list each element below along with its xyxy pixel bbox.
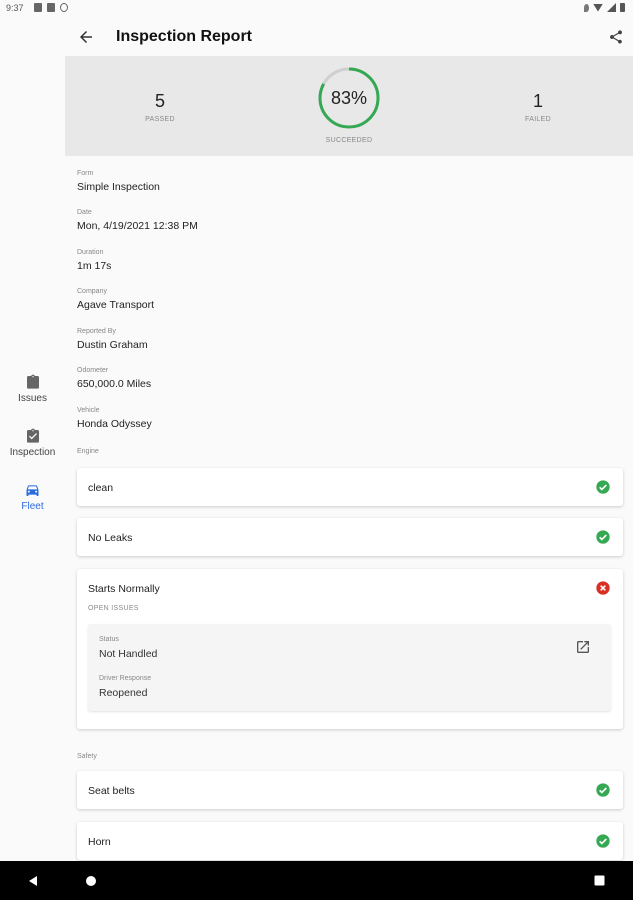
back-triangle-icon[interactable] [27,875,39,887]
issue-status-value: Not Handled [99,648,158,660]
check-circle-icon [596,834,610,848]
clipboard-check-icon [26,428,39,443]
open-in-new-icon[interactable] [575,639,591,655]
field-value: Mon, 4/19/2021 12:38 PM [77,220,198,232]
field-form: Form Simple Inspection [77,170,160,193]
passed-label: PASSED [145,116,175,123]
error-circle-icon [596,581,610,595]
section-label-safety: Safety [77,753,97,760]
item-label: Starts Normally [88,583,160,595]
nav-label-inspection: Inspection [9,447,56,458]
check-circle-icon [596,530,610,544]
succeeded-label: SUCCEEDED [325,137,373,144]
field-duration: Duration 1m 17s [77,249,111,272]
inspection-item-clean[interactable]: clean [77,468,623,506]
open-issue-card[interactable]: Status Not Handled Driver Response Reope… [88,624,611,711]
navigation-rail: Issues Inspection Fleet [0,18,65,861]
inspection-item-starts-normally[interactable]: Starts Normally OPEN ISSUES Status Not H… [77,569,623,729]
inspection-item-horn[interactable]: Horn [77,822,623,860]
battery-icon [620,3,625,12]
notification-icon [34,3,42,12]
nav-label-fleet: Fleet [21,501,44,512]
item-label: No Leaks [88,532,133,544]
share-icon[interactable] [608,29,624,45]
home-circle-icon[interactable] [85,875,97,887]
field-label: Company [77,288,107,295]
clipboard-icon [26,374,39,389]
field-label: Date [77,209,92,216]
nav-item-issues[interactable]: Issues [0,374,65,404]
issue-status-label: Status [99,636,119,643]
app-bar: Inspection Report [65,18,633,56]
success-percentage: 83% [330,87,368,108]
field-reported-by: Reported By Dustin Graham [77,328,148,351]
page-title: Inspection Report [116,28,253,45]
location-icon [584,3,589,12]
field-value: Honda Odyssey [77,418,152,430]
item-label: Horn [88,836,111,848]
open-issues-label: OPEN ISSUES [88,605,139,612]
inspection-item-seat-belts[interactable]: Seat belts [77,771,623,809]
nav-label-issues: Issues [18,393,47,404]
passed-count: 5 [154,91,165,111]
check-circle-icon [596,480,610,494]
system-navigation-bar [0,861,633,900]
field-value: Agave Transport [77,299,155,311]
field-value: 1m 17s [77,260,112,272]
field-label: Odometer [77,367,109,374]
signal-icon [607,3,616,12]
field-odometer: Odometer 650,000.0 Miles [77,367,151,390]
notification-icon [47,3,55,12]
inspection-item-no-leaks[interactable]: No Leaks [77,518,623,556]
field-label: Vehicle [77,407,100,414]
system-icons [584,3,625,12]
wifi-icon [593,3,603,12]
field-vehicle: Vehicle Honda Odyssey [77,407,152,430]
field-label: Duration [77,249,104,256]
status-time: 9:37 [6,3,24,13]
status-bar: 9:37 [0,0,633,18]
item-label: clean [88,482,114,494]
failed-stat: 1 FAILED [513,91,563,123]
item-label: Seat belts [88,785,135,797]
nav-item-fleet[interactable]: Fleet [0,482,65,512]
field-value: Dustin Graham [77,339,148,351]
field-label: Reported By [77,328,116,335]
field-company: Company Agave Transport [77,288,154,311]
car-icon [26,485,39,496]
driver-response-value: Reopened [99,687,148,699]
failed-label: FAILED [525,116,551,123]
field-value: Simple Inspection [77,181,160,193]
notification-icons [34,3,68,12]
recents-square-icon[interactable] [594,875,605,886]
inspection-summary: 5 PASSED 83% SUCCEEDED 1 FAILED [65,56,633,156]
failed-count: 1 [532,91,543,111]
arrow-back-icon[interactable] [77,28,95,46]
field-value: 650,000.0 Miles [77,378,152,390]
report-content[interactable]: Form Simple Inspection Date Mon, 4/19/20… [65,156,633,861]
nav-item-inspection[interactable]: Inspection [0,428,65,458]
field-label: Form [77,170,94,177]
field-date: Date Mon, 4/19/2021 12:38 PM [77,209,198,232]
section-label-engine: Engine [77,448,99,455]
passed-stat: 5 PASSED [135,91,185,123]
driver-response-label: Driver Response [99,675,152,682]
check-circle-icon [596,783,610,797]
notification-icon [60,3,68,12]
